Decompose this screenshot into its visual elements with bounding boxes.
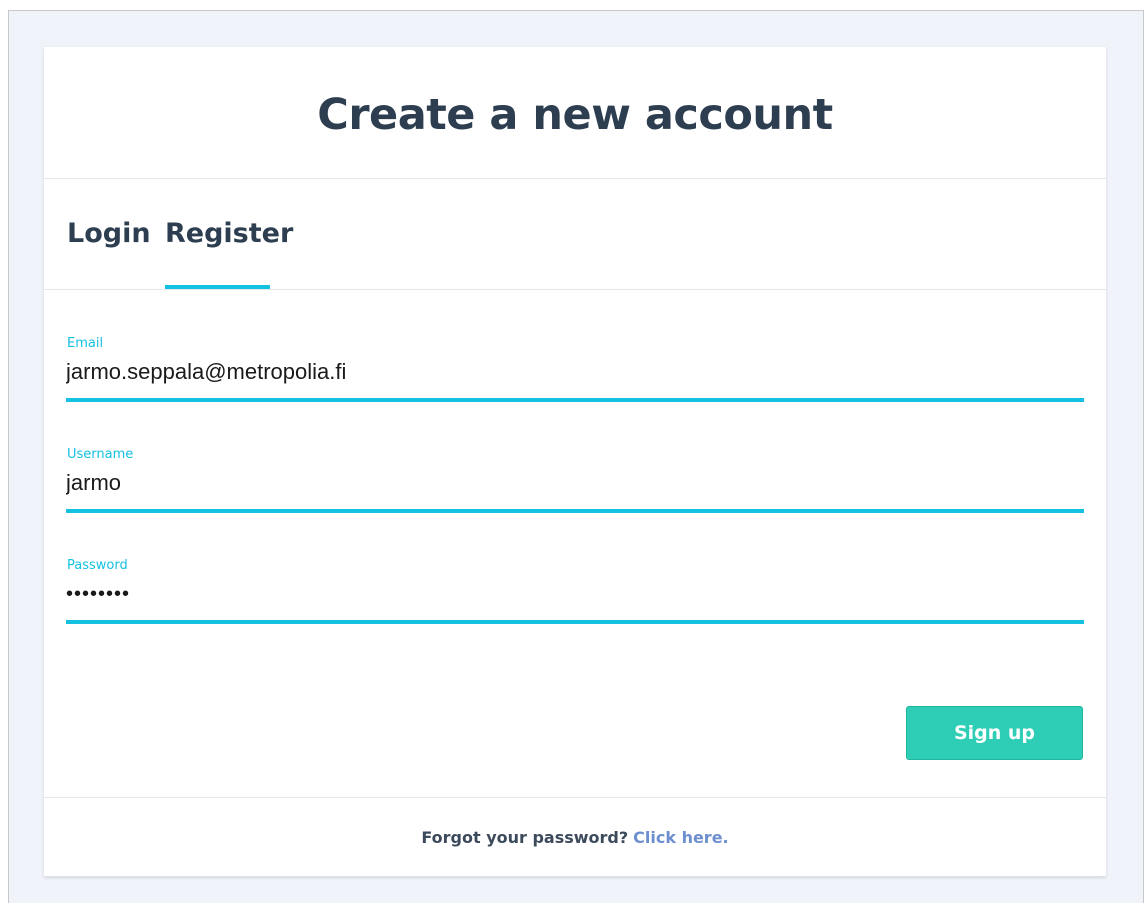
sign-up-button[interactable]: Sign up (906, 706, 1083, 760)
username-input[interactable] (66, 465, 1084, 501)
email-underline (66, 398, 1084, 402)
email-input[interactable] (66, 354, 1084, 390)
username-field-group: Username (66, 447, 1084, 522)
register-card: Create a new account Login Register Emai… (44, 47, 1106, 877)
page-background: Create a new account Login Register Emai… (8, 10, 1144, 903)
email-label: Email (67, 336, 104, 351)
auth-tabs: Login Register (44, 179, 1106, 290)
card-header: Create a new account (44, 47, 1106, 179)
username-label: Username (67, 447, 134, 462)
password-underline (66, 620, 1084, 624)
active-tab-indicator (165, 285, 270, 289)
password-field-group: Password (66, 558, 1084, 633)
forgot-password-prompt: Forgot your password? (421, 828, 629, 847)
page-title: Create a new account (317, 89, 833, 140)
forgot-password-link[interactable]: Click here. (633, 828, 728, 847)
password-input[interactable] (66, 576, 1084, 612)
password-label: Password (67, 558, 128, 573)
tab-register[interactable]: Register (165, 179, 293, 289)
tab-login[interactable]: Login (67, 179, 151, 289)
email-field-group: Email (66, 336, 1084, 411)
card-footer: Forgot your password? Click here. (44, 797, 1106, 877)
username-underline (66, 509, 1084, 513)
